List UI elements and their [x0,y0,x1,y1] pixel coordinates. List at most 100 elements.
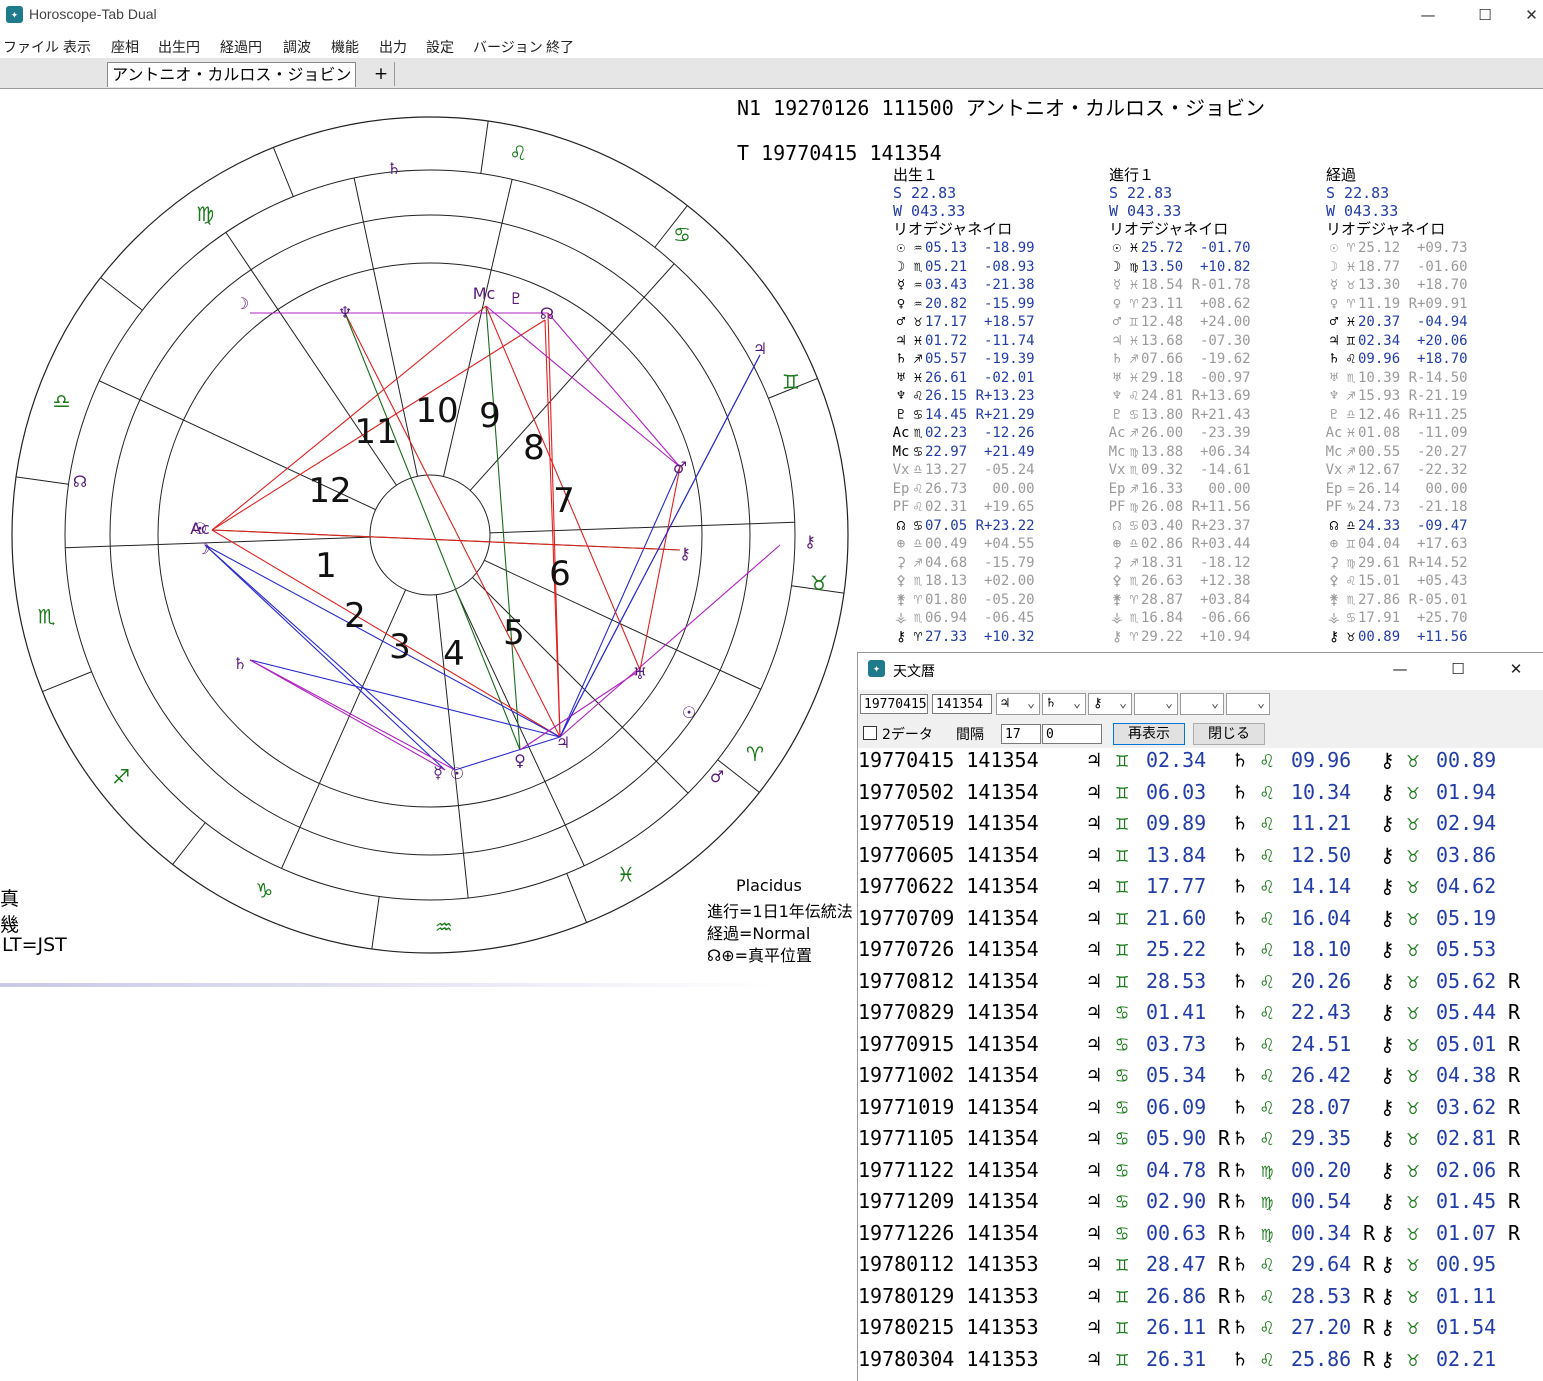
menu-exit[interactable]: 終了 [546,37,574,57]
planet-row: ♂ ♓ 20.37 -04.94 [1324,313,1468,332]
planet-select-1[interactable]: ♃ ⌄ [996,693,1040,715]
ephemeris-minimize-button[interactable]: — [1378,658,1422,680]
ephemeris-row[interactable]: 19771122 141354 ♃ ♋ 04.78 R ♄ ♍ 00.20 ⚷ ♉ 02.06 R [858,1158,1542,1188]
menu-natal[interactable]: 出生円 [158,37,200,57]
menu-harmonic[interactable]: 調波 [283,37,311,57]
sign-glyph: ♒ [913,240,923,256]
close-button[interactable]: ✕ [1520,4,1543,26]
jupiter-degree: 26.86 [1146,1283,1207,1308]
interval-days-input[interactable]: 17 [1001,724,1041,744]
planet-row: Mc ♍ 13.88 +06.34 [1107,443,1251,462]
jupiter-icon: ♃ [1088,748,1101,772]
ephemeris-row[interactable]: 19780304 141353 ♃ ♊ 26.31 ♄ ♌ 25.86 R ⚷ ♉ 02.21 [858,1347,1542,1377]
time-input[interactable]: 141354 [932,694,992,714]
ephemeris-row[interactable]: 19770415 141354 ♃ ♊ 02.34 ♄ ♌ 09.96 ⚷ ♉ 00.89 [858,748,1542,778]
chiron-degree: 05.53 [1436,937,1497,961]
ephemeris-row[interactable]: 19770709 141354 ♃ ♊ 21.60 ♄ ♌ 16.04 ⚷ ♉ 05.19 [858,906,1542,936]
aspect-line [559,466,681,738]
zodiac-sign-glyph: ♌ [509,141,527,165]
planet-select-6[interactable]: ⌄ [1226,693,1270,715]
planet-select-3[interactable]: ⚷ ⌄ [1088,693,1132,715]
planet-glyph: ⚷ [1111,628,1123,645]
ephemeris-row[interactable]: 19770812 141354 ♃ ♊ 28.53 ♄ ♌ 20.26 ⚷ ♉ 05.62 R [858,969,1542,999]
planet-glyph: ♅ [1112,369,1122,386]
saturn-icon: ♄ [1234,1346,1247,1371]
planet-row: ♅ ♓ 29.18 -00.97 [1107,369,1251,388]
ephemeris-close-button[interactable]: ✕ [1494,658,1538,680]
position-value: 05.13 -18.99 [925,240,1035,256]
sign-glyph: ♐ [913,351,923,367]
zodiac-sign-glyph: ♍ [196,202,214,226]
planet-select-2[interactable]: ♄ ⌄ [1042,693,1086,715]
redraw-button[interactable]: 再表示 [1113,723,1185,745]
ephemeris-row[interactable]: 19770605 141354 ♃ ♊ 13.84 ♄ ♌ 12.50 ⚷ ♉ 03.86 [858,843,1542,873]
chiron-sign: ♉ [1407,1063,1420,1087]
date-input[interactable]: 19770415 [860,694,928,714]
menu-view[interactable]: 表示 [63,37,91,57]
window-border [0,983,773,987]
planet-glyph: ♇ [1329,406,1339,423]
ephemeris-row[interactable]: 19770726 141354 ♃ ♊ 25.22 ♄ ♌ 18.10 ⚷ ♉ 05.53 [858,937,1542,967]
aspect-line [639,466,681,671]
menu-aspect[interactable]: 座相 [111,37,139,57]
menu-version[interactable]: バージョン [473,37,543,57]
sign-glyph: ♐ [1346,443,1356,460]
planet-glyph: ☊ [1329,517,1339,534]
close-ephemeris-button[interactable]: 閉じる [1193,723,1265,745]
position-value: 12.67 -22.32 [1358,462,1468,478]
ephemeris-row[interactable]: 19780215 141353 ♃ ♊ 26.11 R ♄ ♌ 27.20 R ⚷ ♉ 01.54 [858,1315,1542,1345]
saturn-icon: ♄ [1234,968,1247,993]
saturn-sign: ♌ [1261,874,1274,898]
jupiter-degree: 06.09 [1146,1094,1207,1119]
jupiter-sign: ♊ [1116,1346,1129,1371]
ephemeris-icon: ✦ [868,660,885,677]
ephemeris-row[interactable]: 19771105 141354 ♃ ♋ 05.90 R ♄ ♌ 29.35 ⚷ ♉ 02.81 R [858,1126,1542,1156]
menu-settings[interactable]: 設定 [426,37,454,57]
jupiter-icon: ♃ [1088,842,1101,867]
maximize-button[interactable]: ☐ [1465,4,1505,26]
house-system-label: Placidus [736,876,802,895]
saturn-icon: ♄ [1234,937,1247,961]
progressed-place: リオデジャネイロ [1109,220,1229,238]
chiron-icon: ⚷ [1380,968,1395,993]
planet-marker: ☊ [540,304,554,323]
saturn-icon: ♄ [1234,1031,1247,1056]
ephemeris-row[interactable]: 19780129 141353 ♃ ♊ 26.86 R ♄ ♌ 28.53 R ⚷ ♉ 01.11 [858,1284,1542,1314]
position-value: 10.39 R-14.50 [1358,369,1468,386]
menu-output[interactable]: 出力 [379,37,407,57]
chiron-retrograde: R [1508,1031,1521,1056]
ephemeris-row[interactable]: 19771226 141354 ♃ ♋ 00.63 R ♄ ♍ 00.34 R ⚷ ♉ 01.07 R [858,1221,1542,1251]
planet-row: Mc ♐ 00.55 -20.27 [1324,443,1468,462]
menu-function[interactable]: 機能 [331,37,359,57]
ephemeris-maximize-button[interactable]: ☐ [1436,658,1480,680]
ephemeris-row[interactable]: 19770915 141354 ♃ ♋ 03.73 ♄ ♌ 24.51 ⚷ ♉ 05.01 R [858,1032,1542,1062]
menu-transit[interactable]: 経過円 [220,37,262,57]
chiron-degree: 05.19 [1436,905,1497,930]
saturn-sign: ♌ [1261,937,1274,961]
ephemeris-row[interactable]: 19771019 141354 ♃ ♋ 06.09 ♄ ♌ 28.07 ⚷ ♉ 03.62 R [858,1095,1542,1125]
ephemeris-row[interactable]: 19770502 141354 ♃ ♊ 06.03 ♄ ♌ 10.34 ⚷ ♉ 01.94 [858,780,1542,810]
interval-seconds-input[interactable]: 0 [1042,724,1102,744]
planet-row: ☽ ♏ 05.21 -08.93 [891,258,1035,277]
planet-glyph: ♅ [1329,369,1339,386]
ephemeris-row[interactable]: 19771002 141354 ♃ ♋ 05.34 ♄ ♌ 26.42 ⚷ ♉ 04.38 R [858,1063,1542,1093]
ephemeris-row[interactable]: 19770519 141354 ♃ ♊ 09.89 ♄ ♌ 11.21 ⚷ ♉ 02.94 [858,811,1542,841]
minimize-button[interactable]: — [1408,4,1448,26]
two-data-checkbox[interactable] [863,726,877,740]
chiron-icon: ⚷ [1380,1283,1395,1308]
planet-select-4[interactable]: ⌄ [1134,693,1178,715]
chiron-icon: ⚷ [1380,1346,1395,1371]
ephemeris-row[interactable]: 19770829 141354 ♃ ♋ 01.41 ♄ ♌ 22.43 ⚷ ♉ 05.44 R [858,1000,1542,1030]
add-tab-button[interactable]: + [368,62,395,86]
ephemeris-row[interactable]: 19770622 141354 ♃ ♊ 17.77 ♄ ♌ 14.14 ⚷ ♉ 04.62 [858,874,1542,904]
ephemeris-row[interactable]: 19771209 141354 ♃ ♋ 02.90 R ♄ ♍ 00.54 ⚷ ♉ 01.45 R [858,1189,1542,1219]
menu-file[interactable]: ファイル [3,37,59,57]
chiron-icon: ⚷ [1380,1157,1395,1182]
ephemeris-row[interactable]: 19780112 141353 ♃ ♊ 28.47 R ♄ ♌ 29.64 R ⚷ ♉ 00.95 [858,1252,1542,1282]
tab-chart[interactable]: アントニオ・カルロス・ジョビン [107,62,357,87]
planet-select-5[interactable]: ⌄ [1180,693,1224,715]
chiron-sign: ♉ [1407,1315,1420,1339]
sign-glyph: ♎ [1129,536,1139,552]
jupiter-degree: 09.89 [1146,811,1207,835]
planet-marker: ☽ [196,539,210,558]
